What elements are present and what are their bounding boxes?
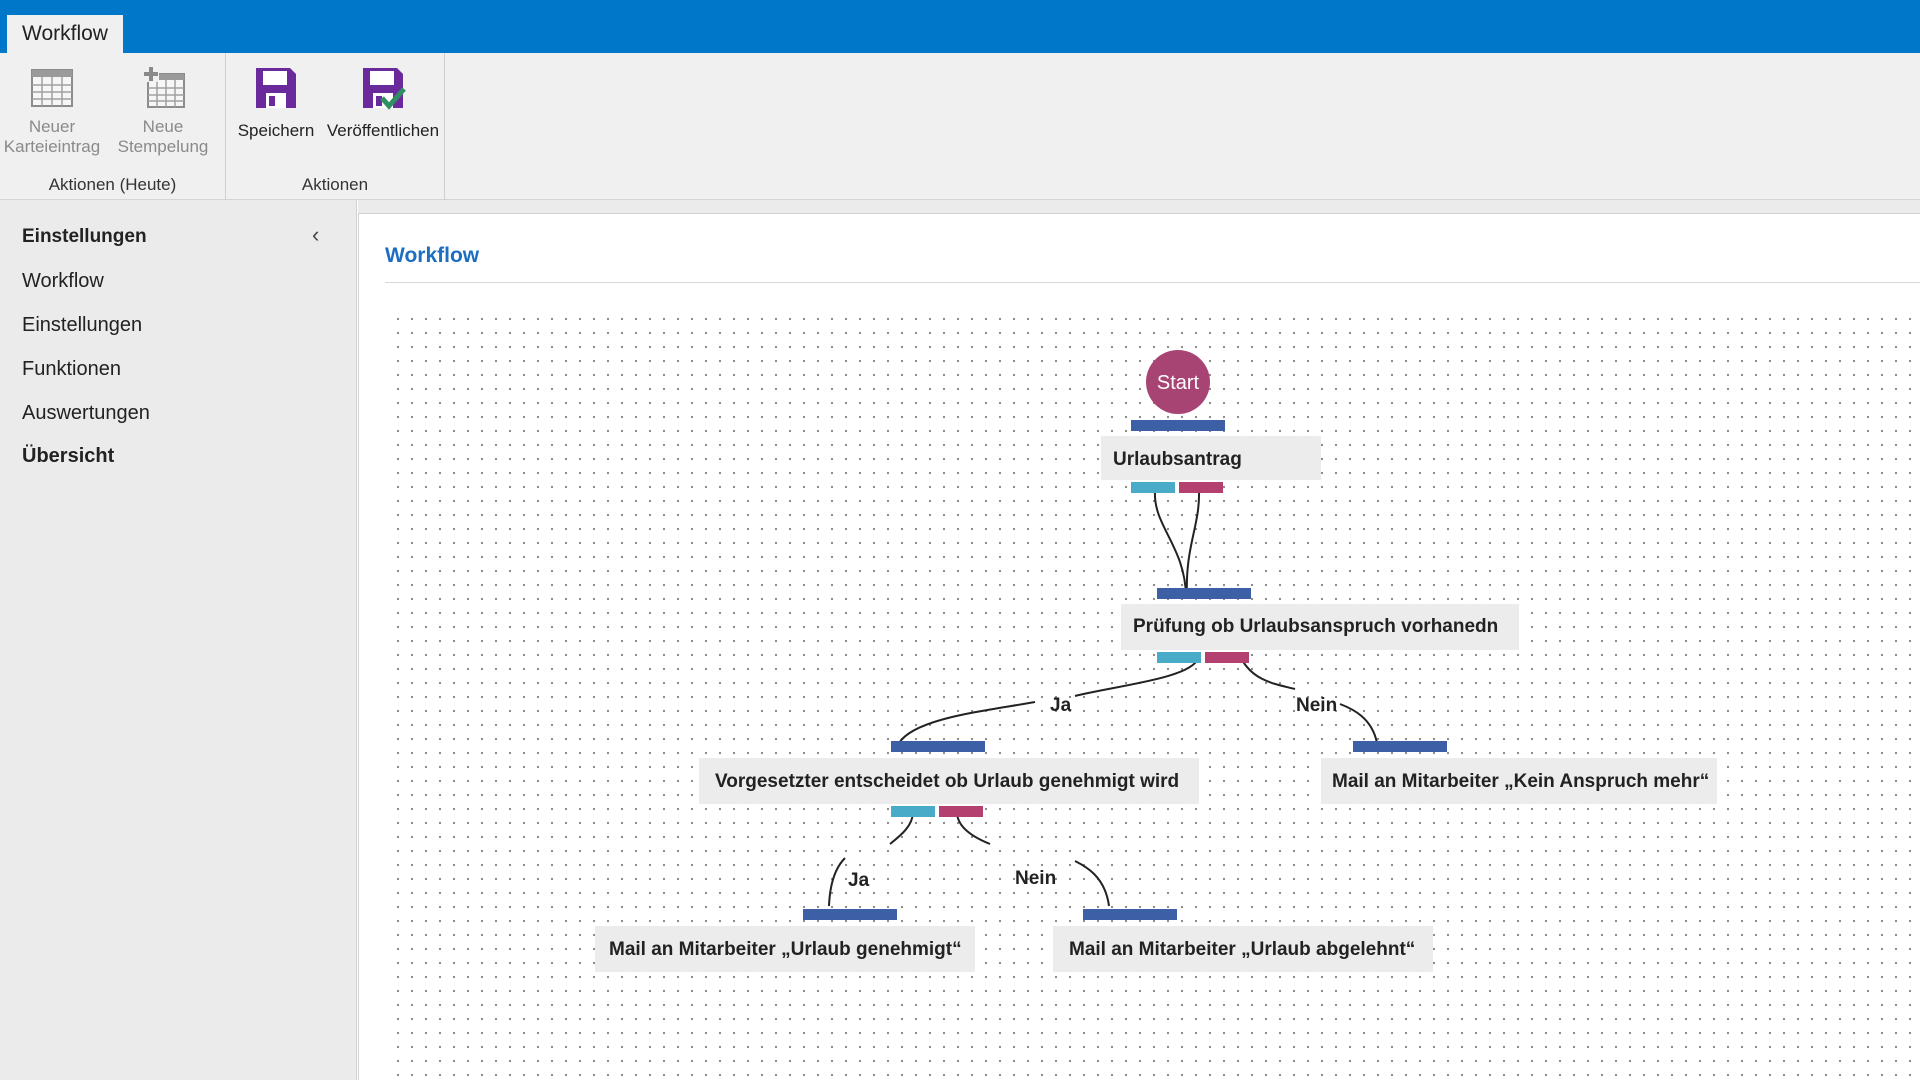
workflow-node[interactable]: Mail an Mitarbeiter „Urlaub abgelehnt“ (1053, 909, 1433, 972)
title-divider (385, 282, 1920, 283)
content-gap (358, 200, 1920, 213)
sidebar-item-uebersicht[interactable]: Übersicht (22, 445, 114, 468)
sidebar-header: Einstellungen (22, 226, 147, 247)
node-label: Urlaubsantrag (1113, 449, 1242, 470)
connector (1185, 490, 1201, 597)
button-label: Stempelung (117, 137, 209, 156)
input-port[interactable] (1353, 741, 1447, 752)
calendar-icon (31, 69, 73, 107)
no-port[interactable] (939, 806, 983, 817)
edge-label-yes: Ja (848, 870, 870, 891)
input-port[interactable] (1083, 909, 1177, 920)
workflow-node[interactable]: Mail an Mitarbeiter „Kein Anspruch mehr“ (1321, 741, 1717, 804)
sidebar-item-einstellungen[interactable]: Einstellungen (22, 314, 142, 337)
connectors (828, 490, 1378, 907)
input-port[interactable] (1157, 588, 1251, 599)
node-label: Mail an Mitarbeiter „Kein Anspruch mehr“ (1332, 771, 1709, 792)
sidebar-item-auswertungen[interactable]: Auswertungen (22, 402, 150, 425)
edge-label-no: Nein (1015, 868, 1056, 889)
edge-label-yes: Ja (1050, 695, 1072, 716)
save-publish-icon (363, 68, 406, 110)
connector (1240, 657, 1296, 690)
ribbon-group-aktionen-heute: Neuer Karteieintrag Neue Stempelung Aktion… (0, 53, 226, 200)
connector (828, 857, 846, 907)
button-label: Neuer (28, 117, 76, 136)
start-node[interactable]: Start (1146, 350, 1210, 414)
connector (1074, 860, 1110, 907)
ribbon-group-label: Aktionen (301, 175, 369, 194)
node-label: Prüfung ob Urlaubsanspruch vorhanedn (1133, 616, 1498, 637)
yes-port[interactable] (1131, 482, 1175, 493)
page-title: Workflow (385, 244, 480, 267)
new-card-entry-button[interactable]: Neuer Karteieintrag (2, 65, 102, 157)
chevron-left-icon[interactable]: ‹ (312, 222, 319, 248)
new-clocking-button[interactable]: Neue Stempelung (114, 65, 212, 157)
input-port[interactable] (803, 909, 897, 920)
input-port[interactable] (891, 741, 985, 752)
input-port[interactable] (1131, 420, 1225, 431)
button-label: Speichern (237, 121, 315, 140)
calendar-add-icon (143, 66, 185, 108)
save-button[interactable]: Speichern (236, 65, 316, 141)
workflow-canvas[interactable]: Ja Nein Ja Nein Start Urlaubsantrag Prüf… (385, 306, 1920, 1080)
sidebar: Einstellungen ‹ Workflow Einstellungen F… (0, 200, 357, 1080)
save-icon (256, 68, 296, 108)
ribbon: Neuer Karteieintrag Neue Stempelung Aktion… (0, 53, 1920, 200)
title-bar: Workflow (0, 0, 1920, 53)
workflow-node[interactable]: Prüfung ob Urlaubsanspruch vorhanedn (1121, 588, 1519, 663)
publish-button[interactable]: Veröffentlichen (324, 65, 442, 141)
workflow-diagram: Ja Nein Ja Nein Start Urlaubsantrag Prüf… (595, 350, 1717, 972)
button-label: Veröffentlichen (326, 121, 440, 140)
button-label: Karteieintrag (3, 137, 101, 156)
node-label: Mail an Mitarbeiter „Urlaub abgelehnt“ (1069, 939, 1415, 960)
workflow-node[interactable]: Mail an Mitarbeiter „Urlaub genehmigt“ (595, 909, 975, 972)
node-label: Mail an Mitarbeiter „Urlaub genehmigt“ (609, 939, 962, 960)
workflow-node[interactable]: Urlaubsantrag (1101, 420, 1321, 493)
connector (1339, 703, 1378, 744)
ribbon-group-aktionen: Speichern Veröffentlichen Aktionen (226, 53, 445, 200)
no-port[interactable] (1205, 652, 1249, 663)
connector (1074, 657, 1199, 697)
start-label: Start (1157, 372, 1200, 394)
edge-label-no: Nein (1296, 695, 1337, 716)
button-label: Neue (142, 117, 184, 136)
yes-port[interactable] (891, 806, 935, 817)
workflow-node[interactable]: Vorgesetzter entscheidet ob Urlaub geneh… (699, 741, 1199, 817)
ribbon-group-label: Aktionen (Heute) (48, 175, 177, 194)
connector (1153, 490, 1187, 597)
connector (898, 701, 1036, 744)
tab-workflow[interactable]: Workflow (7, 15, 123, 53)
main-panel: Workflow Ja Nein Ja Nein Start Urlaubsan… (358, 213, 1920, 1080)
sidebar-item-funktionen[interactable]: Funktionen (22, 358, 121, 381)
sidebar-item-workflow[interactable]: Workflow (22, 270, 104, 293)
node-label: Vorgesetzter entscheidet ob Urlaub geneh… (715, 771, 1179, 792)
yes-port[interactable] (1157, 652, 1201, 663)
no-port[interactable] (1179, 482, 1223, 493)
